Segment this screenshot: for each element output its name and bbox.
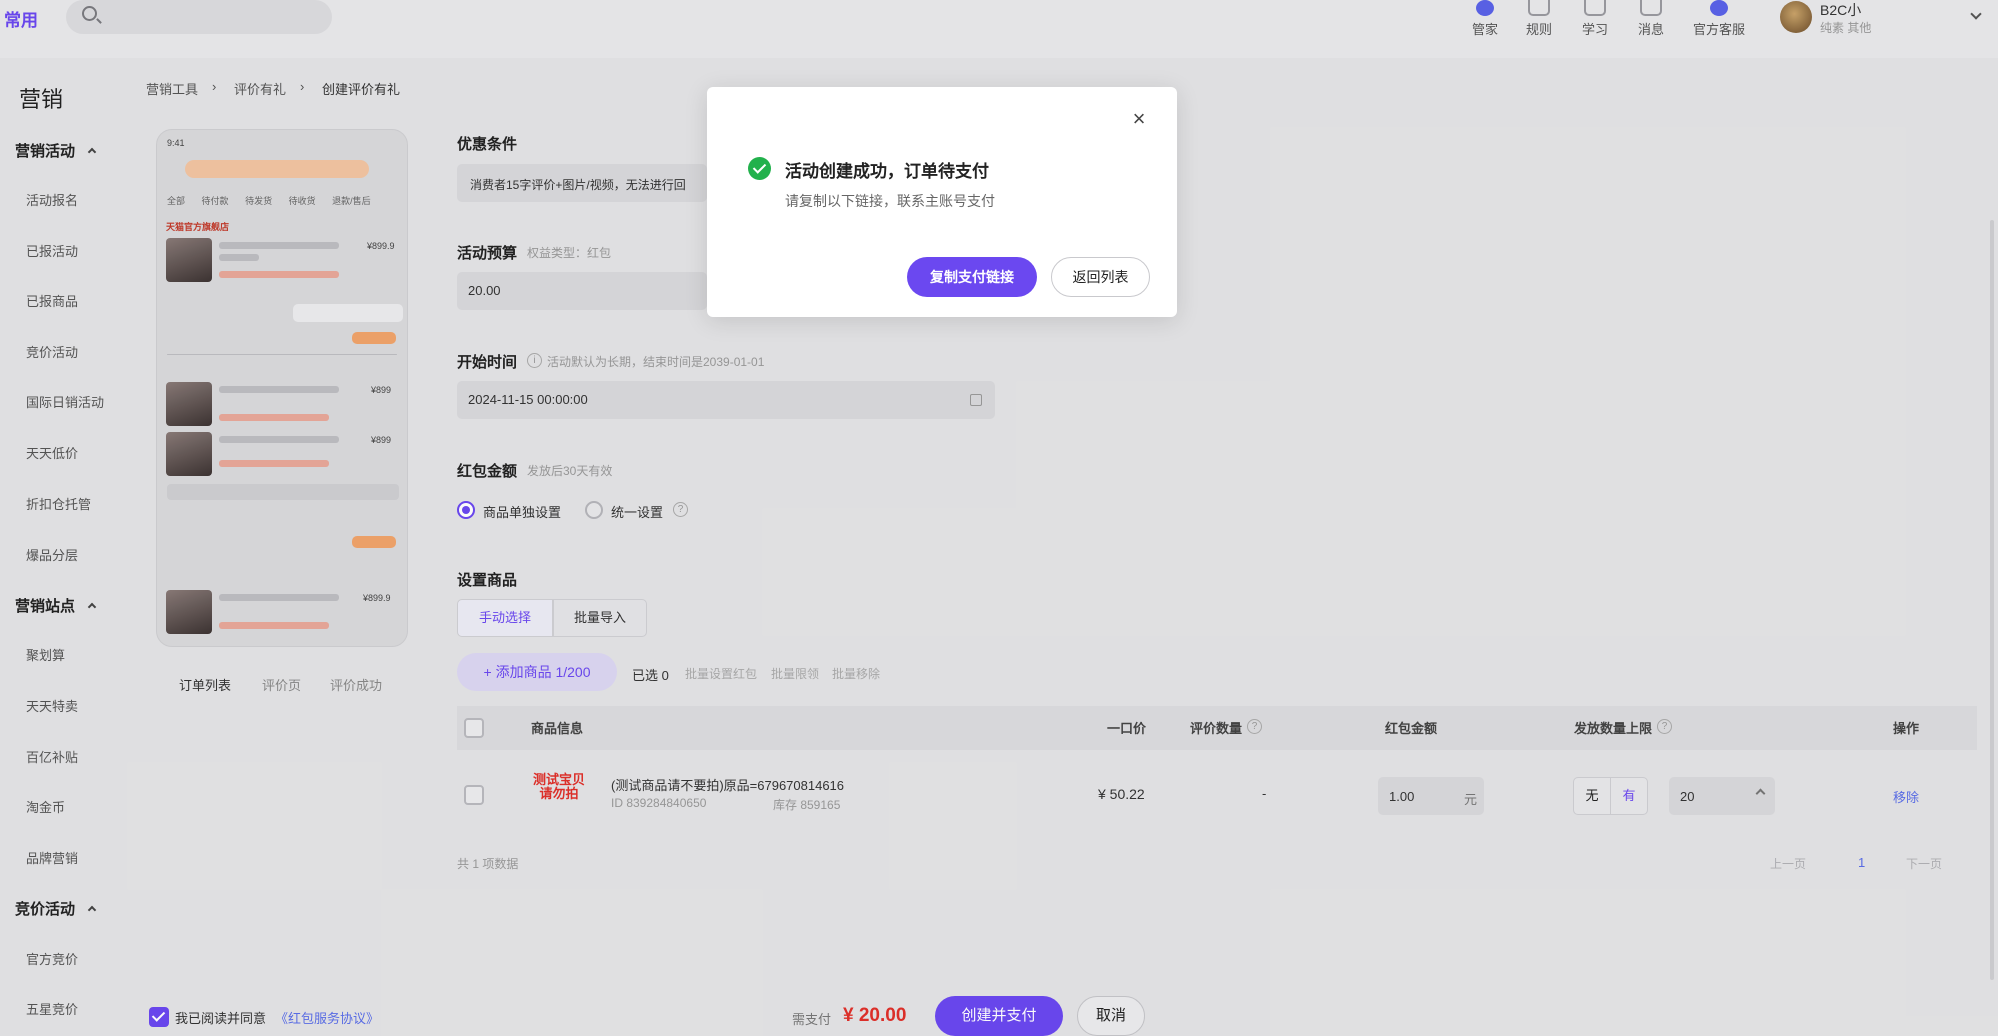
check-circle-icon <box>748 157 771 180</box>
copy-payment-link-button[interactable]: 复制支付链接 <box>907 257 1037 297</box>
dialog-title: 活动创建成功，订单待支付 <box>785 162 989 181</box>
dialog-subtitle: 请复制以下链接，联系主账号支付 <box>785 193 995 209</box>
back-to-list-button[interactable]: 返回列表 <box>1051 257 1150 297</box>
success-dialog: × 活动创建成功，订单待支付 请复制以下链接，联系主账号支付 复制支付链接 返回… <box>707 87 1177 317</box>
close-icon[interactable]: × <box>1129 108 1149 130</box>
